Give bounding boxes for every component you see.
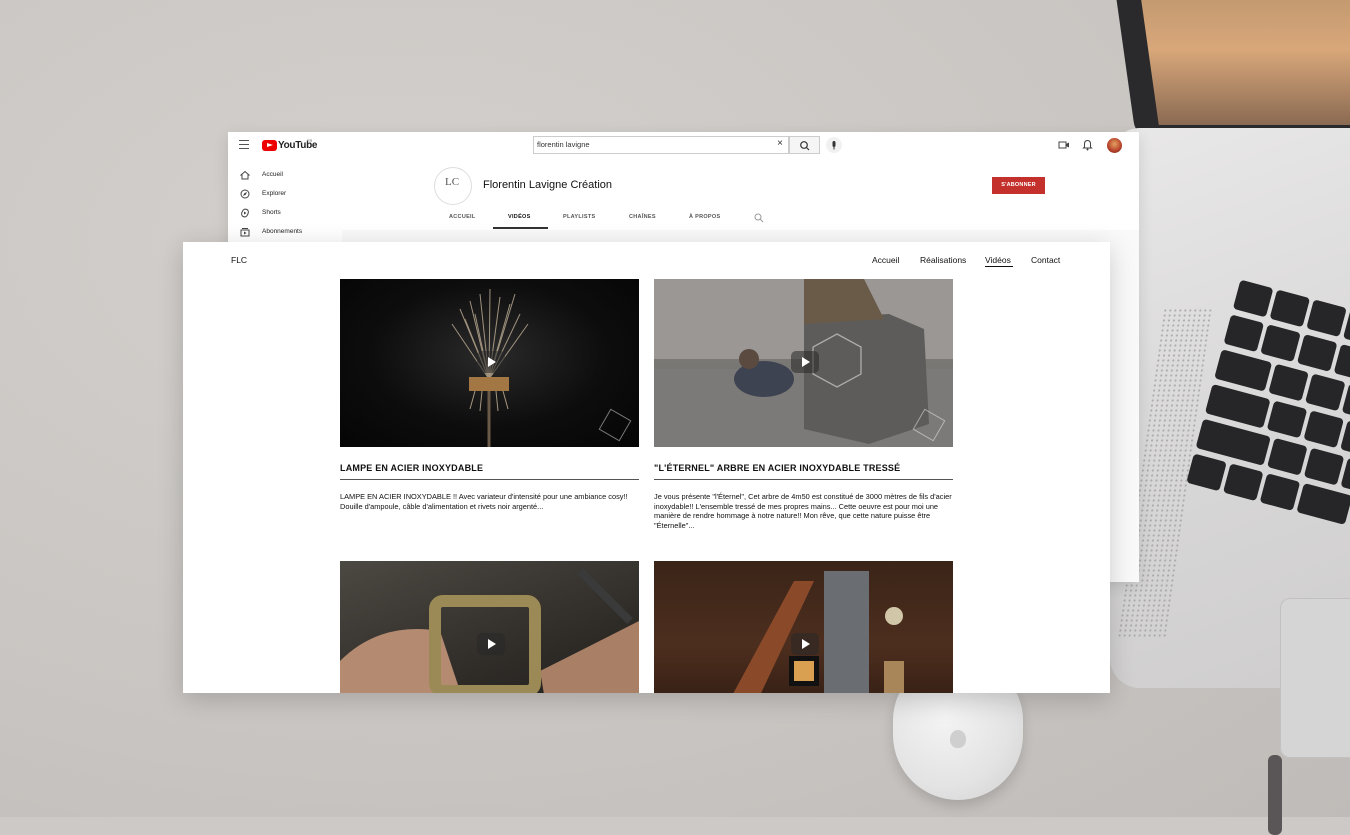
channel-header: LC Florentin Lavigne Création S'ABONNER … <box>342 159 1139 230</box>
search-icon <box>800 141 810 151</box>
laptop-base <box>1110 128 1350 758</box>
video-title[interactable]: LAMPE EN ACIER INOXYDABLE <box>340 463 483 473</box>
laptop <box>1110 0 1350 817</box>
search-input[interactable]: florentin lavigne × <box>533 136 789 154</box>
subscriptions-icon <box>240 228 250 237</box>
video-description: LAMPE EN ACIER INOXYDABLE !! Avec variat… <box>340 492 628 511</box>
home-icon <box>240 170 250 180</box>
sidebar-item-explorer[interactable]: Explorer <box>228 186 342 205</box>
tab-playlists[interactable]: PLAYLISTS <box>563 214 595 220</box>
laptop-screen <box>1141 0 1350 125</box>
video-thumbnail[interactable] <box>340 561 639 693</box>
region-code: FR <box>307 138 313 143</box>
sidebar-item-label: Accueil <box>262 171 283 178</box>
avatar[interactable] <box>1107 138 1122 153</box>
compass-icon <box>240 189 250 199</box>
youtube-topbar: YouTube FR florentin lavigne × <box>228 132 1139 159</box>
sidebar-item-label: Abonnements <box>262 228 303 235</box>
notifications-icon[interactable] <box>1082 139 1093 151</box>
nav-contact[interactable]: Contact <box>1031 255 1060 265</box>
search-value: florentin lavigne <box>537 140 590 149</box>
sidebar-item-label: Shorts <box>262 209 281 216</box>
tab-chaines[interactable]: CHAÎNES <box>629 214 656 220</box>
channel-name: Florentin Lavigne Création <box>483 179 613 191</box>
sidebar-item-abonnements[interactable]: Abonnements <box>228 224 342 243</box>
nav-realisations[interactable]: Réalisations <box>920 255 966 265</box>
divider <box>654 479 953 480</box>
play-icon[interactable] <box>477 351 505 373</box>
apple-logo <box>950 730 966 748</box>
nav-videos[interactable]: Vidéos <box>985 255 1011 265</box>
search-button[interactable] <box>789 136 820 154</box>
youtube-logo-icon[interactable] <box>262 140 277 151</box>
divider <box>340 479 639 480</box>
channel-avatar[interactable]: LC <box>434 167 472 205</box>
trackpad <box>1280 598 1350 758</box>
interior-illustration <box>733 571 904 693</box>
sidebar-item-label: Explorer <box>262 190 287 197</box>
sidebar-item-shorts[interactable]: Shorts <box>228 205 342 224</box>
shorts-icon <box>241 208 249 218</box>
video-thumbnail[interactable] <box>340 279 639 447</box>
play-icon[interactable] <box>791 351 819 373</box>
video-thumbnail[interactable] <box>654 561 953 693</box>
tab-videos[interactable]: VIDÉOS <box>508 214 531 220</box>
video-description: Je vous présente "l'Éternel", Cet arbre … <box>654 492 952 530</box>
channel-logo: LC <box>445 176 460 188</box>
active-tab-indicator <box>493 227 548 229</box>
play-icon[interactable] <box>791 633 819 655</box>
video-title[interactable]: "L'ÉTERNEL" ARBRE EN ACIER INOXYDABLE TR… <box>654 463 900 473</box>
pen <box>1268 755 1282 835</box>
mic-icon <box>832 141 836 150</box>
clear-search-icon[interactable]: × <box>777 138 783 149</box>
tab-accueil[interactable]: ACCUEIL <box>449 214 476 220</box>
play-icon[interactable] <box>477 633 505 655</box>
subscribe-button[interactable]: S'ABONNER <box>992 177 1045 194</box>
sidebar-item-accueil[interactable]: Accueil <box>228 167 342 186</box>
create-video-icon[interactable] <box>1058 140 1070 151</box>
channel-search-icon[interactable] <box>754 213 764 223</box>
active-nav-indicator <box>985 266 1013 267</box>
video-thumbnail[interactable] <box>654 279 953 447</box>
site-brand[interactable]: FLC <box>231 255 247 265</box>
website-window: FLC Accueil Réalisations Vidéos Contact <box>183 242 1110 693</box>
menu-icon[interactable] <box>239 140 249 149</box>
buckle-illustration <box>340 568 639 693</box>
nav-accueil[interactable]: Accueil <box>872 255 899 265</box>
tab-a-propos[interactable]: À PROPOS <box>689 214 720 220</box>
mic-button[interactable] <box>826 137 842 153</box>
